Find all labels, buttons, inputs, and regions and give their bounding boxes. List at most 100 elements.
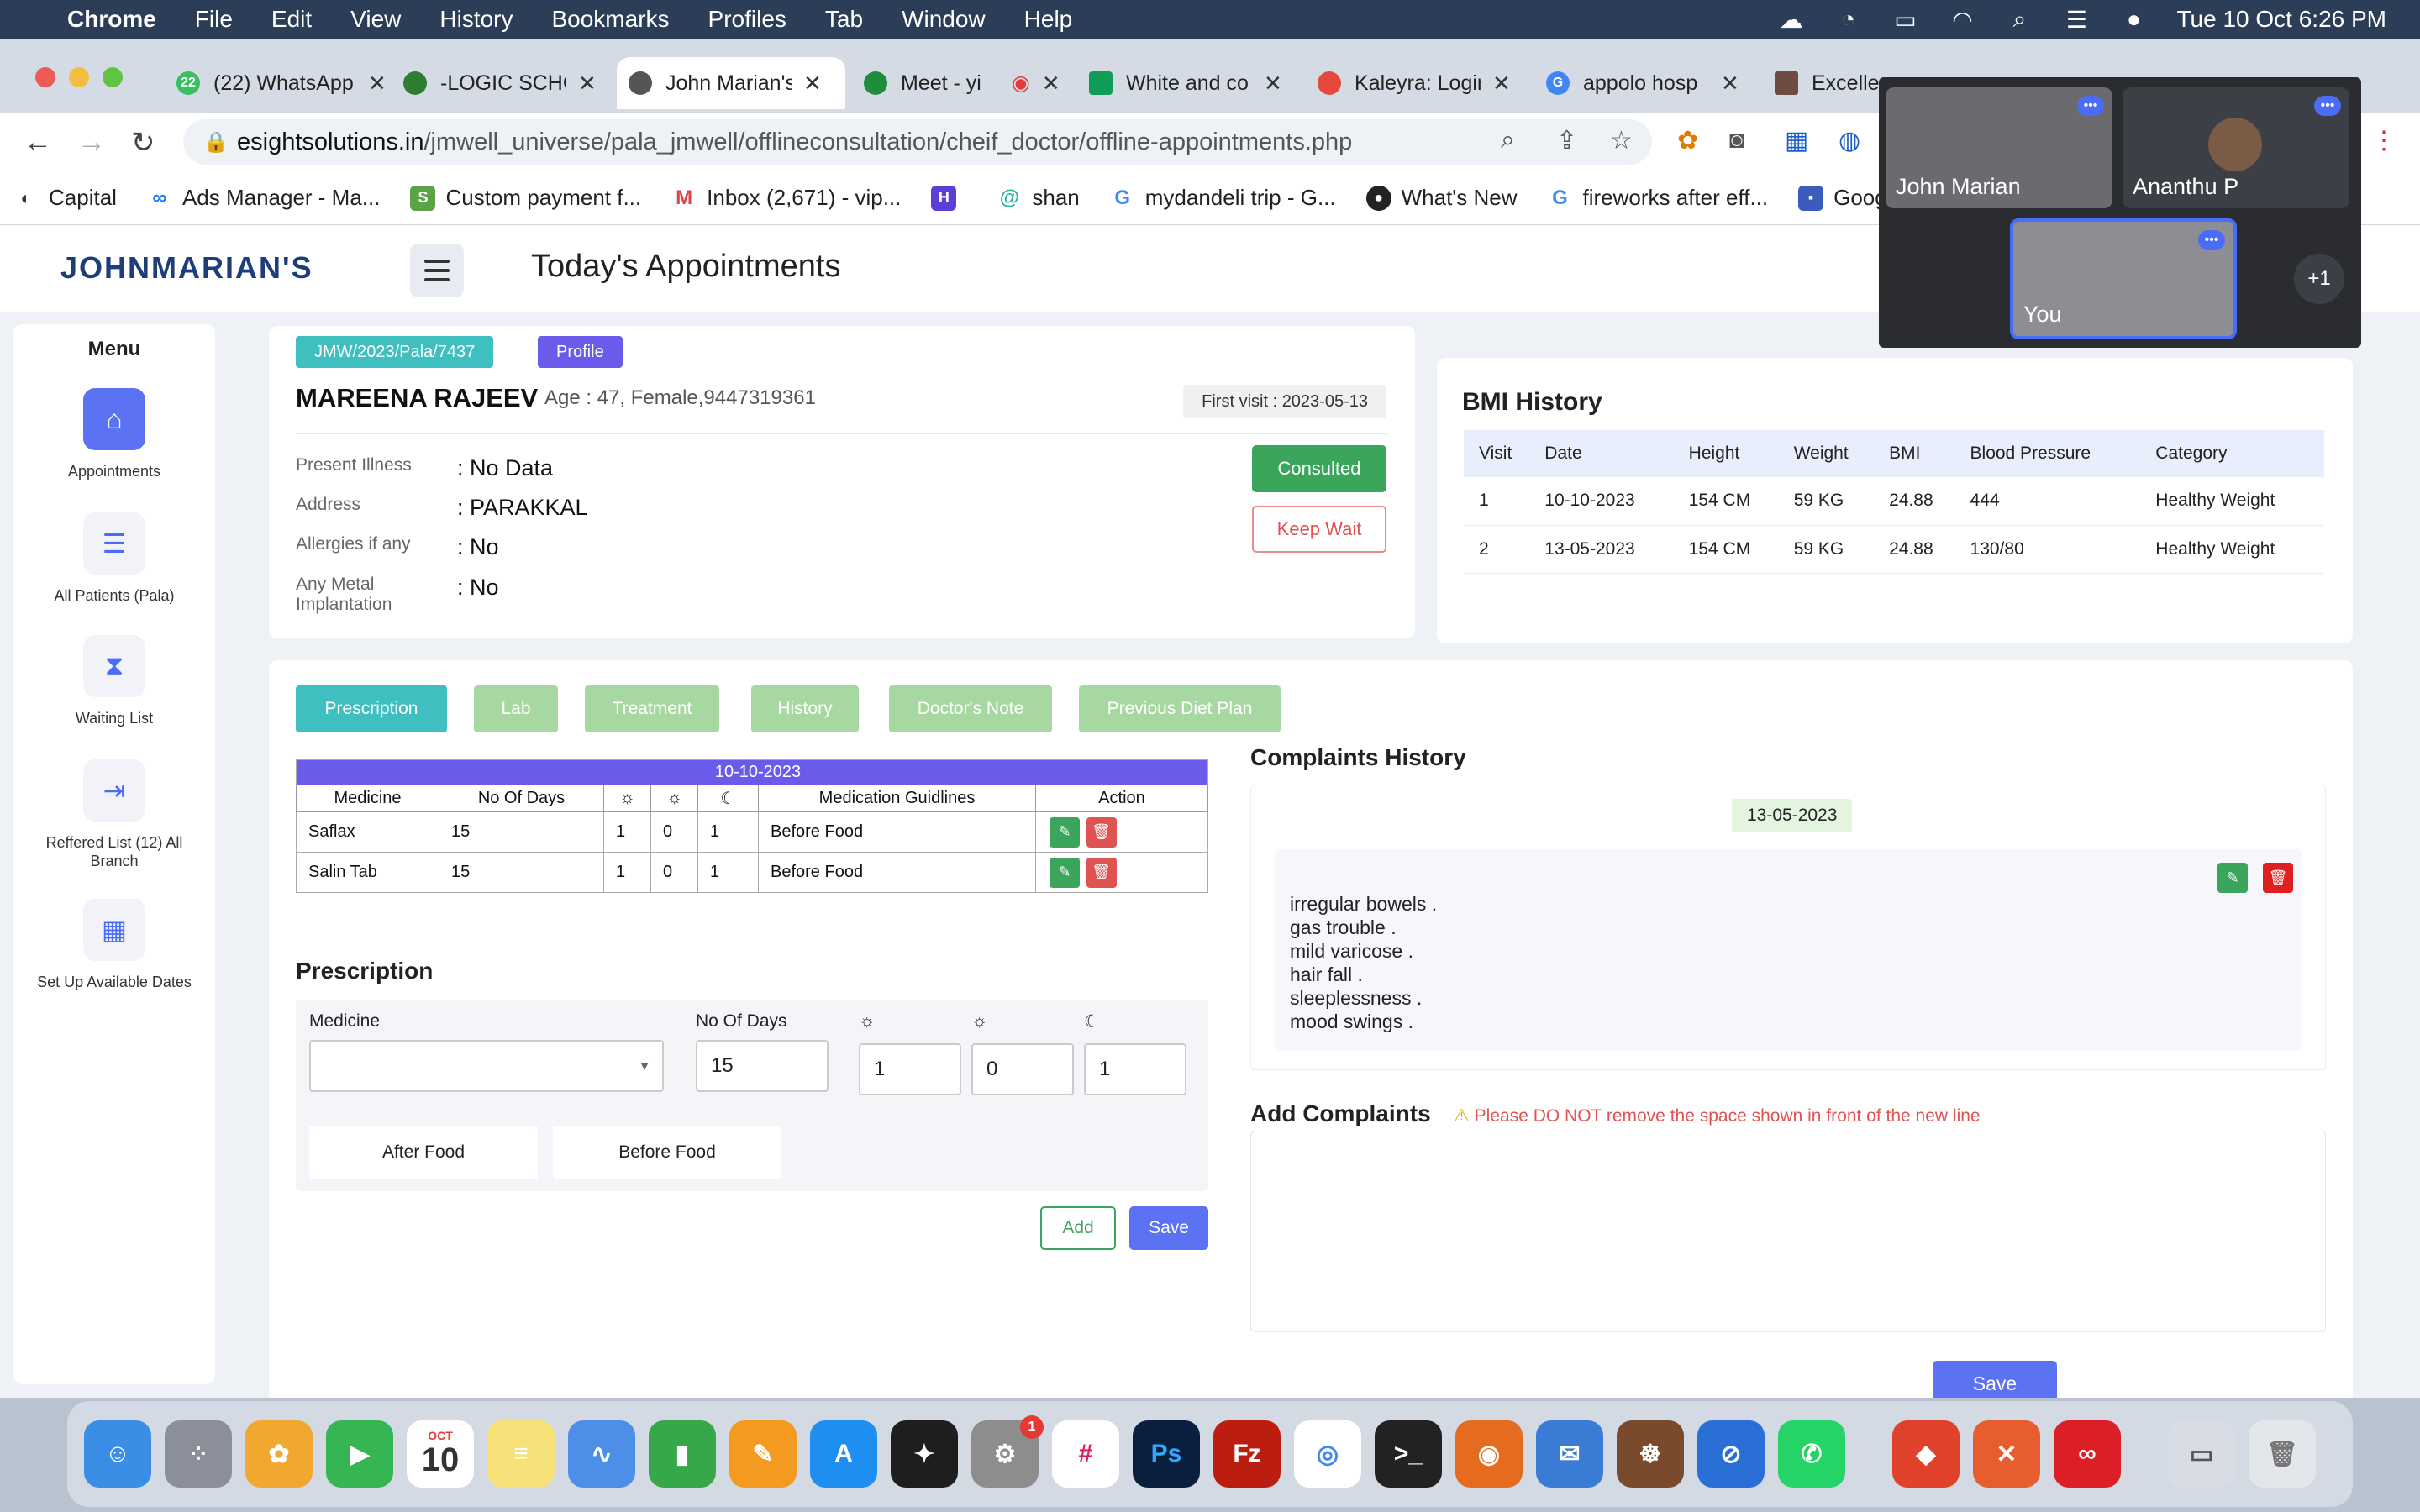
app-logo[interactable]: JOHNMARIAN'S [60,250,313,286]
profile-button[interactable]: Profile [538,336,623,368]
slack-icon[interactable]: # [1052,1420,1119,1488]
tab-treatment[interactable]: Treatment [585,685,719,732]
control-center-icon[interactable]: ☰ [2062,6,2091,34]
save-complaints-button[interactable]: Save [1933,1361,2057,1398]
close-tab-icon[interactable]: ✕ [1042,71,1060,97]
chrome-icon[interactable]: ◎ [1294,1420,1361,1488]
tab-lab[interactable]: Lab [474,685,558,732]
facetime-icon[interactable]: ▶ [326,1420,393,1488]
edit-icon[interactable]: ✎ [2217,863,2248,893]
calendar-app-icon[interactable]: OCT 10 [407,1420,474,1488]
search-icon[interactable]: ⌕ [2005,6,2033,34]
tab-previous-diet-plan[interactable]: Previous Diet Plan [1079,685,1281,732]
add-button[interactable]: Add [1040,1206,1116,1250]
chrome-menu-icon[interactable]: ⋮ [2371,126,2396,155]
morning-dose-input[interactable]: 1 [859,1043,961,1095]
bookmark-shan[interactable]: @ shan [997,185,1080,211]
downloads-stack-icon[interactable]: ▭ [2168,1420,2235,1488]
tab-whatsapp[interactable]: 22 (22) WhatsApp ✕ [165,57,398,109]
lock-icon[interactable]: 🔒 [203,130,229,155]
minimize-window-icon[interactable] [69,67,89,87]
delete-icon[interactable]: 🗑 [1086,857,1117,888]
system-settings-icon[interactable]: ⚙ 1 [971,1415,1044,1488]
consulted-button[interactable]: Consulted [1252,445,1386,492]
bookmark-fireworks[interactable]: Gfireworks after eff... [1547,185,1768,211]
clock-icon[interactable]: ◔ [1833,6,1862,33]
bookmark-star-icon[interactable]: ☆ [1610,126,1633,155]
wifi-icon[interactable]: ◠ [1948,6,1976,34]
mail-app-icon[interactable]: ✉ [1536,1420,1603,1488]
close-tab-icon[interactable]: ✕ [1492,71,1511,97]
more-options-icon[interactable]: ••• [2077,96,2104,116]
before-food-button[interactable]: Before Food [553,1126,781,1179]
close-tab-icon[interactable]: ✕ [368,71,387,97]
edit-icon[interactable]: ✎ [1050,857,1080,888]
menu-bookmarks[interactable]: Bookmarks [551,6,669,33]
tab-kaleyra[interactable]: Kaleyra: Login ✕ [1306,57,1523,109]
menu-help[interactable]: Help [1024,6,1073,33]
whatsapp-icon[interactable]: ✆ [1778,1420,1845,1488]
delete-icon[interactable]: 🗑 [1086,816,1117,848]
firefox-icon[interactable]: ◉ [1455,1420,1523,1488]
menu-app-name[interactable]: Chrome [67,6,156,33]
bookmark-custom-payment[interactable]: S Custom payment f... [410,185,641,211]
sidebar-item-available-dates[interactable]: ▦ Set Up Available Dates [13,899,215,991]
save-prescription-button[interactable]: Save [1129,1206,1208,1250]
menu-file[interactable]: File [195,6,233,33]
sidebar-item-appointments[interactable]: ⌂ Appointments [13,388,215,480]
menubar-datetime[interactable]: Tue 10 Oct 6:26 PM [2176,6,2386,33]
hamburger-menu-button[interactable] [410,244,464,297]
anydesk-icon[interactable]: ◆ [1892,1420,1960,1488]
filezilla-icon[interactable]: Fz [1213,1420,1281,1488]
after-food-button[interactable]: After Food [309,1126,538,1179]
add-complaints-textarea[interactable] [1250,1131,2326,1332]
keep-wait-button[interactable]: Keep Wait [1252,506,1386,553]
creative-cloud-icon[interactable]: ∞ [2054,1420,2121,1488]
bookmark-inbox[interactable]: M Inbox (2,671) - vip... [671,185,901,211]
bookmark-goog[interactable]: ▪ Goog [1798,185,1887,211]
tab-john-marians[interactable]: John Marian's ✕ [617,57,845,109]
close-tab-icon[interactable]: ✕ [1264,71,1282,97]
translate-extension-icon[interactable]: ◍ [1839,126,1860,155]
bookmark-mydandeli[interactable]: Gmydandeli trip - G... [1109,185,1336,211]
emblem-app-icon[interactable]: ☸ [1617,1420,1684,1488]
address-bar[interactable]: 🔒 esightsolutions.in/jmwell_universe/pal… [183,119,1652,165]
pages-icon[interactable]: ✎ [729,1420,797,1488]
siri-icon[interactable]: ● [2119,6,2148,33]
no-of-days-input[interactable]: 15 [696,1040,829,1092]
close-tab-icon[interactable]: ✕ [803,71,822,97]
zoom-window-icon[interactable] [103,67,123,87]
creative-cloud-icon[interactable]: ☁ [1776,6,1805,34]
noon-dose-input[interactable]: 0 [971,1043,1074,1095]
tab-history[interactable]: History [751,685,859,732]
menu-edit[interactable]: Edit [271,6,312,33]
participant-tile-you[interactable]: ••• You [2010,218,2237,339]
extra-participants-count[interactable]: +1 [2294,254,2344,304]
proxy-app-icon[interactable]: ⊘ [1697,1420,1765,1488]
tab-meet[interactable]: Meet - yi ◉ ✕ [852,57,1072,109]
medicine-select[interactable]: ▼ [309,1040,664,1092]
finder-icon[interactable]: ☺ [84,1420,151,1488]
menu-window[interactable]: Window [902,6,986,33]
calendar-extension-icon[interactable]: ▦ [1785,126,1808,155]
more-options-icon[interactable]: ••• [2314,96,2341,116]
sidebar-item-all-patients[interactable]: ☰ All Patients (Pala) [13,512,215,605]
app-store-icon[interactable]: A [810,1420,877,1488]
menu-tab[interactable]: Tab [825,6,863,33]
menu-history[interactable]: History [439,6,513,33]
trash-icon[interactable]: 🗑 [2249,1420,2316,1488]
menu-view[interactable]: View [350,6,401,33]
photoshop-icon[interactable]: Ps [1133,1420,1200,1488]
participant-tile-john-marian[interactable]: ••• John Marian [1886,87,2112,208]
close-tab-icon[interactable]: ✕ [578,71,597,97]
tab-logic-school[interactable]: -LOGIC SCHOOL✕ [392,57,608,109]
bookmark-h[interactable]: H [931,185,966,211]
back-arrow-icon[interactable]: ← [24,126,52,159]
night-dose-input[interactable]: 1 [1084,1043,1186,1095]
tab-doctors-note[interactable]: Doctor's Note [889,685,1052,732]
sidebar-item-referred-list[interactable]: ⇥ Reffered List (12) All Branch [13,759,215,870]
sidebar-item-waiting-list[interactable]: ⧗ Waiting List [13,635,215,727]
forward-arrow-icon[interactable]: → [77,126,106,159]
battery-icon[interactable]: ▭ [1891,6,1919,34]
delete-icon[interactable]: 🗑 [2263,863,2293,893]
